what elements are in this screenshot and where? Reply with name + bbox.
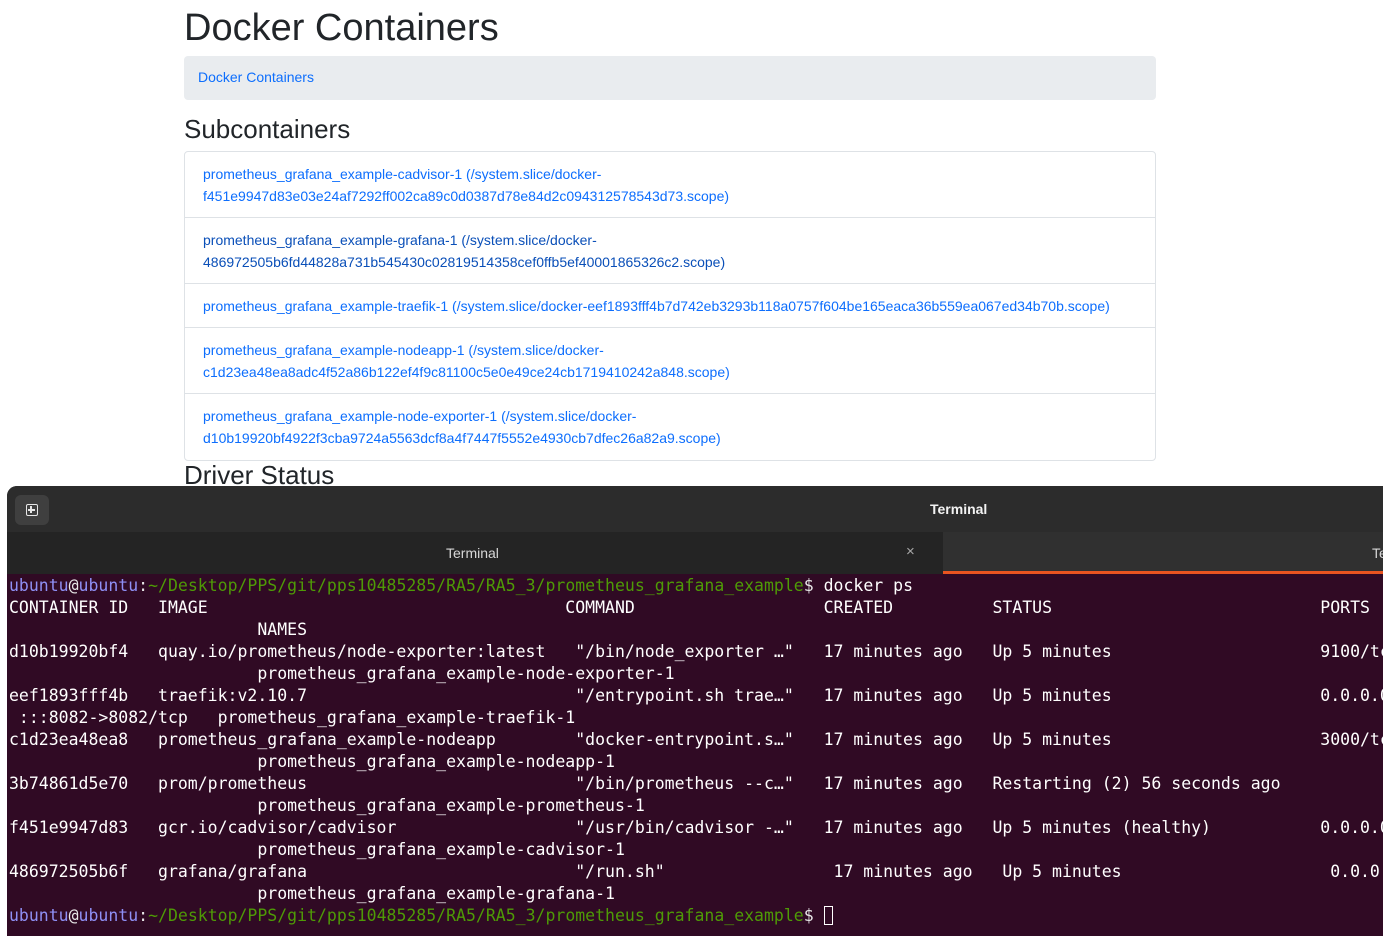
list-item: prometheus_grafana_example-cadvisor-1 (/…: [185, 152, 1155, 218]
new-tab-icon: [26, 504, 38, 516]
prompt-host: ubuntu: [78, 576, 139, 595]
window-title: Terminal: [930, 501, 988, 517]
terminal-text: ubuntu@ubuntu:~/Desktop/PPS/git/pps10485…: [9, 575, 1383, 927]
page-title: Docker Containers: [184, 7, 499, 49]
prompt-dollar: $: [803, 576, 814, 595]
output-line: CONTAINER ID IMAGE COMMAND CREATED STATU…: [9, 598, 1370, 617]
prompt-host: ubuntu: [78, 906, 139, 925]
terminal-output-area[interactable]: ubuntu@ubuntu:~/Desktop/PPS/git/pps10485…: [7, 574, 1383, 936]
prompt-path: ~/Desktop/PPS/git/pps10485285/RA5/RA5_3/…: [148, 906, 804, 925]
prompt-path: ~/Desktop/PPS/git/pps10485285/RA5/RA5_3/…: [148, 576, 804, 595]
tab-label: Te: [1372, 545, 1383, 561]
terminal-tabbar: Terminal × Te: [7, 532, 1383, 574]
breadcrumb-link-docker-containers[interactable]: Docker Containers: [198, 69, 314, 86]
prompt-at: @: [68, 576, 79, 595]
new-tab-button[interactable]: [15, 495, 49, 525]
subcontainer-link-traefik[interactable]: prometheus_grafana_example-traefik-1 (/s…: [203, 295, 1110, 317]
subcontainers-heading: Subcontainers: [184, 114, 351, 144]
output-line: eef1893fff4b traefik:v2.10.7 "/entrypoin…: [9, 686, 1383, 705]
subcontainer-link-grafana[interactable]: prometheus_grafana_example-grafana-1 (/s…: [203, 229, 763, 273]
terminal-titlebar[interactable]: Terminal: [7, 486, 1383, 532]
output-line: prometheus_grafana_example-node-exporter…: [9, 664, 675, 683]
output-line: prometheus_grafana_example-cadvisor-1: [9, 840, 625, 859]
output-line: c1d23ea48ea8 prometheus_grafana_example-…: [9, 730, 1383, 749]
prompt-at: @: [68, 906, 79, 925]
output-line: NAMES: [9, 620, 308, 639]
subcontainer-link-cadvisor[interactable]: prometheus_grafana_example-cadvisor-1 (/…: [203, 163, 763, 207]
list-item: prometheus_grafana_example-grafana-1 (/s…: [185, 218, 1155, 284]
prompt-line[interactable]: ubuntu@ubuntu:~/Desktop/PPS/git/pps10485…: [9, 905, 1383, 927]
output-line: d10b19920bf4 quay.io/prometheus/node-exp…: [9, 642, 1383, 661]
prompt-dollar: $: [803, 906, 814, 925]
tab-terminal-1[interactable]: Terminal ×: [7, 532, 942, 574]
list-item: prometheus_grafana_example-traefik-1 (/s…: [185, 284, 1155, 328]
terminal-window: Terminal Terminal × Te ubuntu@ubuntu:~/D…: [7, 486, 1383, 936]
close-icon[interactable]: ×: [906, 543, 915, 561]
tab-label: Terminal: [446, 545, 499, 561]
output-line: prometheus_grafana_example-nodeapp-1: [9, 752, 615, 771]
breadcrumb: Docker Containers: [184, 56, 1156, 100]
tab-terminal-2[interactable]: Te: [943, 532, 1383, 574]
list-item: prometheus_grafana_example-nodeapp-1 (/s…: [185, 328, 1155, 394]
subcontainers-list: prometheus_grafana_example-cadvisor-1 (/…: [184, 151, 1156, 461]
terminal-cursor: [823, 906, 833, 925]
subcontainer-link-node-exporter[interactable]: prometheus_grafana_example-node-exporter…: [203, 405, 763, 449]
prompt-user: ubuntu: [9, 906, 69, 925]
prompt-colon: :: [138, 906, 149, 925]
prompt-user: ubuntu: [9, 576, 69, 595]
output-line: prometheus_grafana_example-grafana-1: [9, 884, 615, 903]
output-line: 3b74861d5e70 prom/prometheus "/bin/prome…: [9, 774, 1281, 793]
list-item: prometheus_grafana_example-node-exporter…: [185, 394, 1155, 460]
output-line: f451e9947d83 gcr.io/cadvisor/cadvisor "/…: [9, 818, 1383, 837]
prompt-line: ubuntu@ubuntu:~/Desktop/PPS/git/pps10485…: [9, 575, 1383, 597]
output-line: 486972505b6f grafana/grafana "/run.sh" 1…: [9, 862, 1383, 881]
output-line: prometheus_grafana_example-prometheus-1: [9, 796, 645, 815]
output-line: :::8082->8082/tcp prometheus_grafana_exa…: [9, 708, 576, 727]
prompt-colon: :: [138, 576, 149, 595]
typed-command: docker ps: [813, 576, 914, 595]
subcontainer-link-nodeapp[interactable]: prometheus_grafana_example-nodeapp-1 (/s…: [203, 339, 763, 383]
